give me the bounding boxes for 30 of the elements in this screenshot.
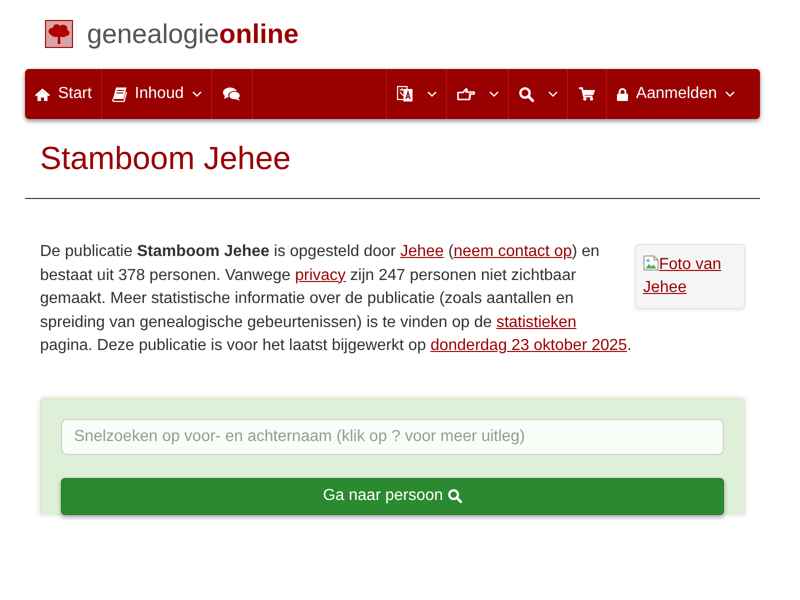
text-link[interactable]: neem contact op [454,243,572,260]
caret-icon [548,91,558,97]
caret-icon [489,91,500,97]
search-icon [448,489,462,504]
text-link[interactable]: donderdag 23 oktober 2025 [430,337,628,354]
search-icon [519,86,534,102]
chat-bubbles-icon [222,87,241,101]
book-icon [112,86,127,102]
caret-icon [427,91,438,97]
cart-icon [579,87,596,101]
lock-icon [617,88,628,100]
go-to-person-button[interactable]: Ga naar persoon [61,478,724,515]
pointing-hand-icon [457,87,476,101]
login-menu[interactable]: Aanmelden [606,69,744,119]
home-icon [35,88,50,100]
start-link[interactable]: Start [25,69,102,119]
text-link[interactable]: statistieken [496,314,576,331]
search-field[interactable]: Snelzoeken op voor- en achternaam (klik op ? voor meer uitleg) [61,418,724,455]
text-link[interactable]: Jehee [400,243,444,260]
page-title: Stamboom Jehee [40,141,291,176]
broken-image-icon [643,255,659,272]
tree-logo-icon [45,20,73,48]
intro-paragraph: De publicatie Stamboom Jehee is opgesteld door Jehee (neem contact op) en bestaat uit 378 personen. Vanwege privacy zijn 247 personen niet zichtbaar gemaakt. Meer statistische informatie over de publicatie (zoals aantallen en spreiding van genealogische gebeurtenissen) is te vinden op de statistieken pagina. Deze publicatie is voor het laatst bijgewerkt op donderdag 23 oktober 2025. [40,242,633,356]
photo-link[interactable]: Foto van Jehee [643,253,737,300]
caret-icon [192,91,202,97]
site-logo-text[interactable]: genealogieonline [87,20,299,48]
caret-icon [725,91,735,97]
contents-menu[interactable]: Inhoud [102,69,212,119]
text-link[interactable]: privacy [295,266,346,284]
language-icon [397,86,414,102]
